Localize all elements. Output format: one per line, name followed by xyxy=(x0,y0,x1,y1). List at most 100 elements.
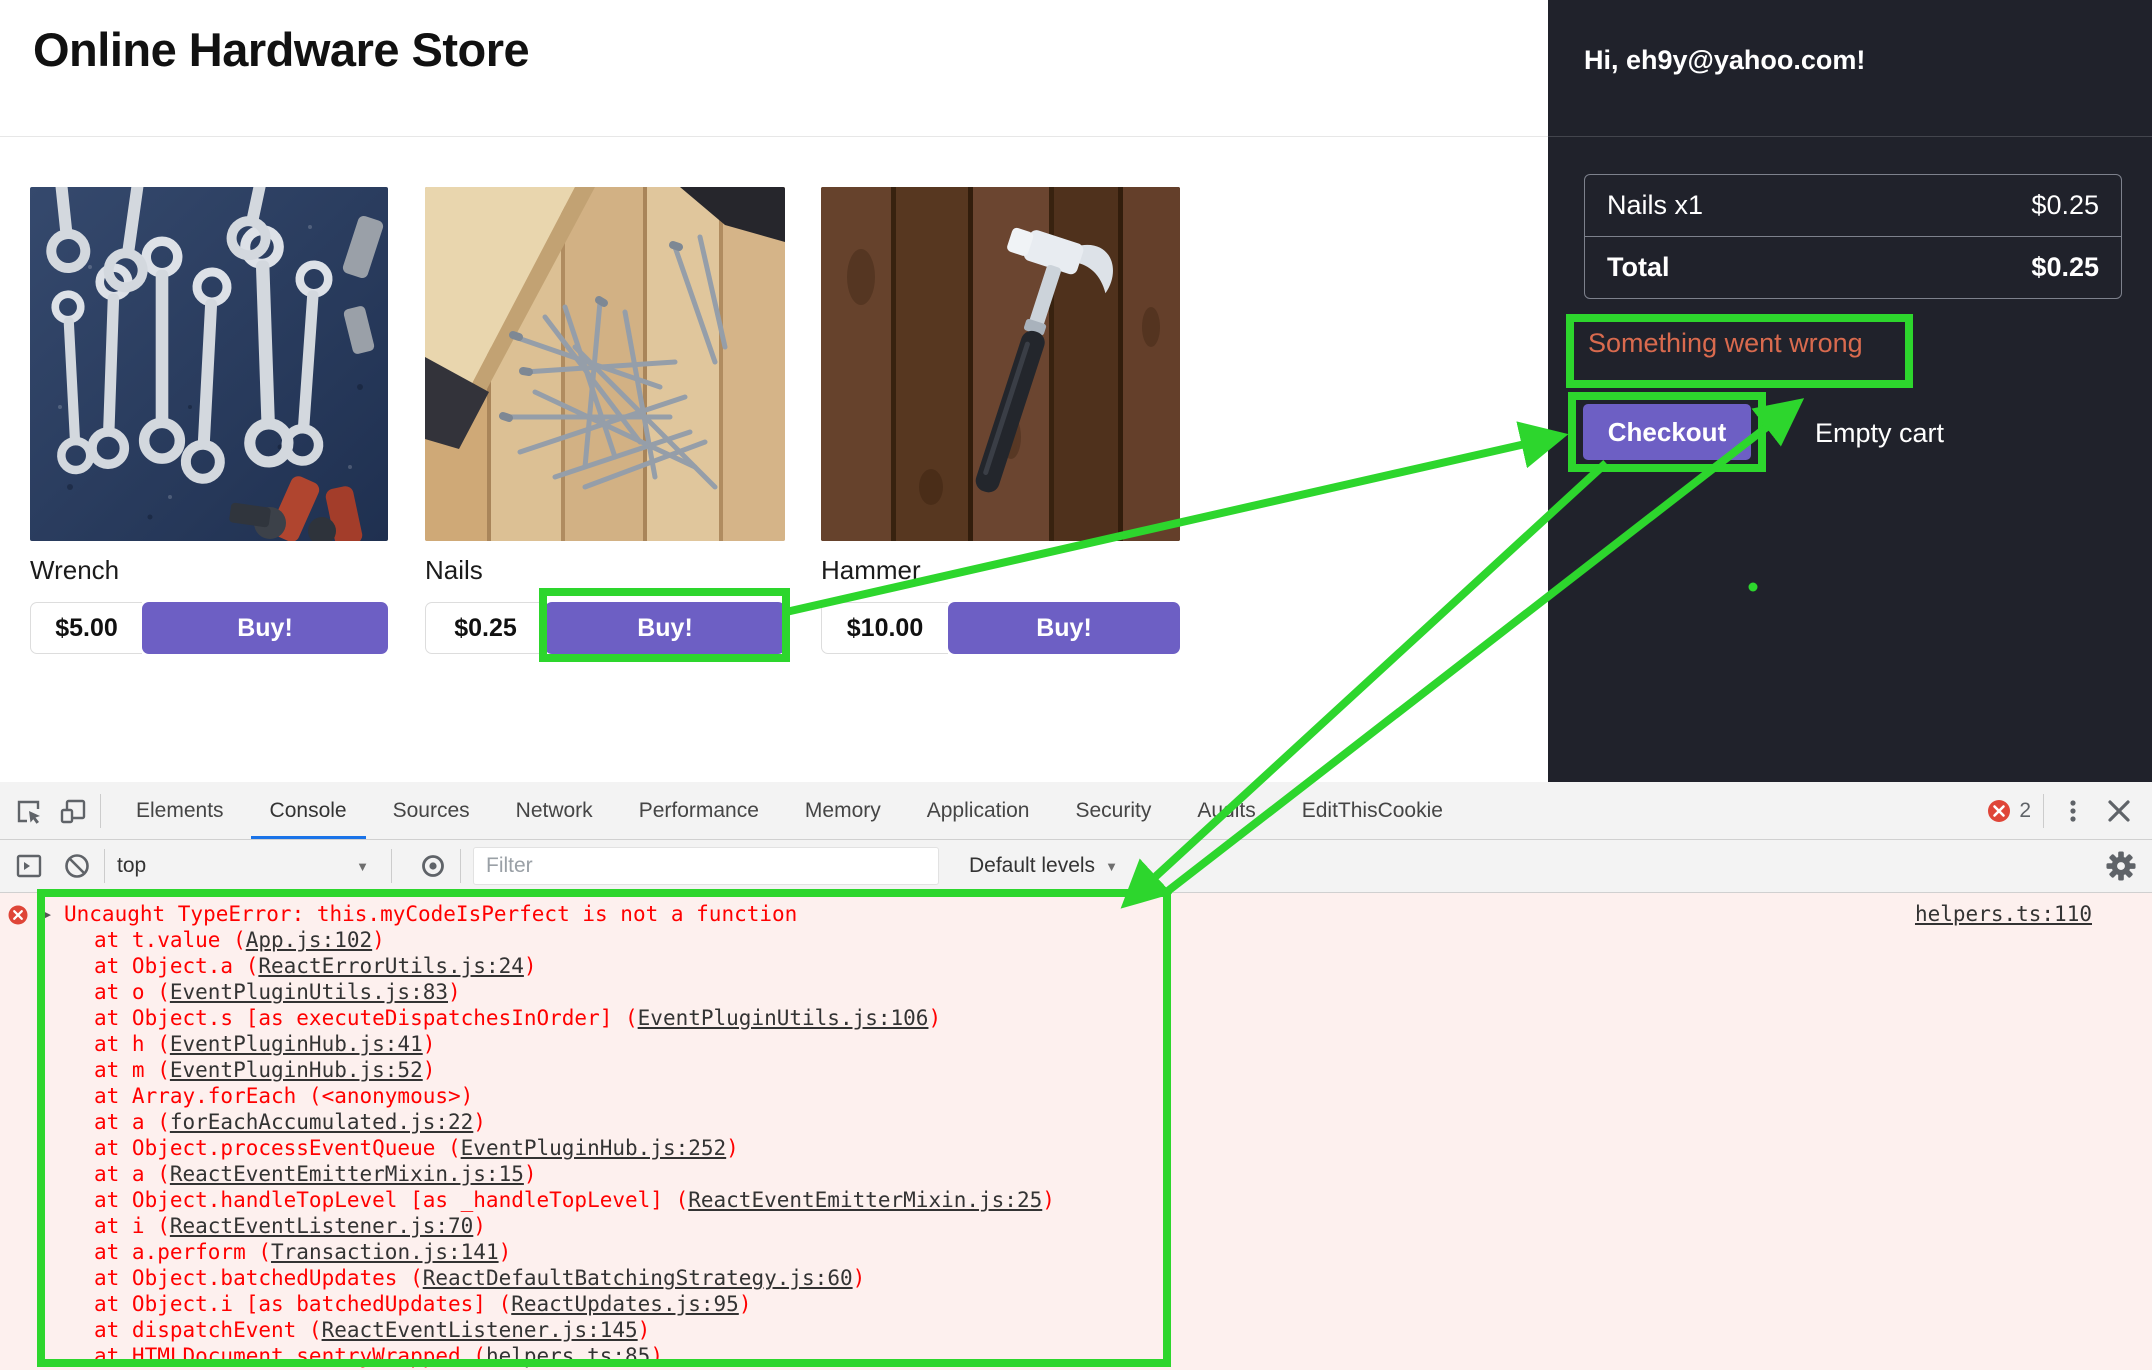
stack-line: at m (EventPluginHub.js:52) xyxy=(94,1057,2092,1083)
wrench-product-image xyxy=(30,187,388,541)
buy-button-nails[interactable]: Buy! xyxy=(545,602,785,654)
stack-source-link[interactable]: ReactEventEmitterMixin.js:15 xyxy=(170,1162,524,1186)
page-title: Online Hardware Store xyxy=(33,22,529,77)
error-count: 2 xyxy=(2019,799,2031,823)
stack-source-link[interactable]: ReactEventListener.js:145 xyxy=(322,1318,638,1342)
stack-line: at Object.handleTopLevel [as _handleTopL… xyxy=(94,1187,2092,1213)
kebab-menu-icon[interactable] xyxy=(2058,796,2088,826)
log-levels-value: Default levels xyxy=(969,854,1095,878)
stack-line: at Array.forEach (<anonymous>) xyxy=(94,1083,2092,1109)
cart-item-price: $0.25 xyxy=(2031,190,2099,221)
context-selector[interactable]: top ▼ xyxy=(117,854,379,878)
toolbar-divider xyxy=(391,849,392,883)
error-badge-icon[interactable] xyxy=(1987,799,2011,823)
product-card-nails: Nails $0.25 Buy! xyxy=(425,187,785,654)
stack-source-link[interactable]: helpers.ts:85 xyxy=(486,1344,650,1368)
toolbar-divider xyxy=(2043,794,2044,828)
devtools-tabbar: ElementsConsoleSourcesNetworkPerformance… xyxy=(0,782,2152,840)
checkout-button[interactable]: Checkout xyxy=(1583,404,1751,460)
tab-application[interactable]: Application xyxy=(904,782,1053,839)
stack-line: at t.value (App.js:102) xyxy=(94,927,2092,953)
error-log-entry: Uncaught TypeError: this.myCodeIsPerfect… xyxy=(64,901,2092,1369)
buy-row: $0.25 Buy! xyxy=(425,602,785,654)
stack-line: at Object.batchedUpdates (ReactDefaultBa… xyxy=(94,1265,2092,1291)
buy-row: $5.00 Buy! xyxy=(30,602,388,654)
product-card-hammer: Hammer $10.00 Buy! xyxy=(821,187,1180,654)
eye-icon[interactable] xyxy=(418,851,448,881)
stack-source-link[interactable]: forEachAccumulated.js:22 xyxy=(170,1110,473,1134)
source-link[interactable]: helpers.ts:110 xyxy=(1915,901,2092,927)
devtools-tabs: ElementsConsoleSourcesNetworkPerformance… xyxy=(113,782,1466,839)
stack-line: at Object.a (ReactErrorUtils.js:24) xyxy=(94,953,2092,979)
error-circle-icon xyxy=(8,905,28,930)
product-price: $0.25 xyxy=(425,602,545,654)
stack-source-link[interactable]: ReactEventListener.js:70 xyxy=(170,1214,473,1238)
stack-line: at Object.s [as executeDispatchesInOrder… xyxy=(94,1005,2092,1031)
tab-console[interactable]: Console xyxy=(247,782,370,839)
buy-button-hammer[interactable]: Buy! xyxy=(948,602,1180,654)
close-icon[interactable] xyxy=(2104,796,2134,826)
cart-item-row: Nails x1 $0.25 xyxy=(1585,175,2121,236)
console-sidebar-icon[interactable] xyxy=(14,851,44,881)
product-name: Hammer xyxy=(821,555,1180,586)
buy-button-wrench[interactable]: Buy! xyxy=(142,602,388,654)
stack-source-link[interactable]: ReactUpdates.js:95 xyxy=(511,1292,739,1316)
caret-down-icon: ▼ xyxy=(356,859,369,874)
buy-row: $10.00 Buy! xyxy=(821,602,1180,654)
cart-total-label: Total xyxy=(1607,252,1670,283)
stack-line: at Object.i [as batchedUpdates] (ReactUp… xyxy=(94,1291,2092,1317)
stack-line: at HTMLDocument.sentryWrapped (helpers.t… xyxy=(94,1343,2092,1369)
stack-line: at h (EventPluginHub.js:41) xyxy=(94,1031,2092,1057)
product-name: Wrench xyxy=(30,555,388,586)
stack-source-link[interactable]: ReactEventEmitterMixin.js:25 xyxy=(688,1188,1042,1212)
tab-sources[interactable]: Sources xyxy=(370,782,493,839)
empty-cart-button[interactable]: Empty cart xyxy=(1809,404,1950,460)
tab-elements[interactable]: Elements xyxy=(113,782,247,839)
stack-source-link[interactable]: EventPluginHub.js:52 xyxy=(170,1058,423,1082)
console-output: ▶ Uncaught TypeError: this.myCodeIsPerfe… xyxy=(0,893,2152,1370)
stack-line: at Object.processEventQueue (EventPlugin… xyxy=(94,1135,2092,1161)
tab-network[interactable]: Network xyxy=(493,782,616,839)
user-greeting: Hi, eh9y@yahoo.com! xyxy=(1584,45,1865,76)
cart-total-row: Total $0.25 xyxy=(1585,236,2121,298)
clear-console-icon[interactable] xyxy=(62,851,92,881)
product-name: Nails xyxy=(425,555,785,586)
stack-source-link[interactable]: EventPluginUtils.js:83 xyxy=(170,980,448,1004)
error-message-line: Uncaught TypeError: this.myCodeIsPerfect… xyxy=(64,901,2092,927)
tab-audits[interactable]: Audits xyxy=(1174,782,1278,839)
filter-input[interactable] xyxy=(473,847,939,885)
checkout-error-message: Something went wrong xyxy=(1588,328,1888,359)
device-toolbar-icon[interactable] xyxy=(58,796,88,826)
stack-source-link[interactable]: EventPluginHub.js:41 xyxy=(170,1032,423,1056)
stack-line: at a (ReactEventEmitterMixin.js:15) xyxy=(94,1161,2092,1187)
header-divider xyxy=(0,136,1548,137)
gear-icon[interactable] xyxy=(2106,851,2136,881)
devtools-panel: ElementsConsoleSourcesNetworkPerformance… xyxy=(0,782,2152,1370)
product-price: $10.00 xyxy=(821,602,948,654)
nails-product-image xyxy=(425,187,785,541)
toolbar-divider xyxy=(460,849,461,883)
tab-security[interactable]: Security xyxy=(1052,782,1174,839)
tab-editthiscookie[interactable]: EditThisCookie xyxy=(1279,782,1466,839)
sidebar-divider xyxy=(1548,136,2152,137)
cart-item-label: Nails x1 xyxy=(1607,190,1703,221)
inspect-element-icon[interactable] xyxy=(14,796,44,826)
stack-source-link[interactable]: ReactErrorUtils.js:24 xyxy=(258,954,524,978)
stack-source-link[interactable]: EventPluginUtils.js:106 xyxy=(638,1006,929,1030)
stack-source-link[interactable]: App.js:102 xyxy=(246,928,372,952)
console-toolbar: top ▼ Default levels ▼ xyxy=(0,840,2152,893)
tab-memory[interactable]: Memory xyxy=(782,782,904,839)
log-levels-selector[interactable]: Default levels ▼ xyxy=(969,854,1128,878)
stack-line: at a.perform (Transaction.js:141) xyxy=(94,1239,2092,1265)
expand-arrow-icon[interactable]: ▶ xyxy=(42,905,51,923)
toolbar-divider xyxy=(100,794,101,828)
product-price: $5.00 xyxy=(30,602,142,654)
cart-total-price: $0.25 xyxy=(2031,252,2099,283)
cart-sidebar: Hi, eh9y@yahoo.com! Nails x1 $0.25 Total… xyxy=(1548,0,2152,782)
stack-source-link[interactable]: ReactDefaultBatchingStrategy.js:60 xyxy=(423,1266,853,1290)
stack-source-link[interactable]: EventPluginHub.js:252 xyxy=(461,1136,727,1160)
tab-performance[interactable]: Performance xyxy=(616,782,782,839)
stack-line: at o (EventPluginUtils.js:83) xyxy=(94,979,2092,1005)
stack-line: at a (forEachAccumulated.js:22) xyxy=(94,1109,2092,1135)
stack-source-link[interactable]: Transaction.js:141 xyxy=(271,1240,499,1264)
